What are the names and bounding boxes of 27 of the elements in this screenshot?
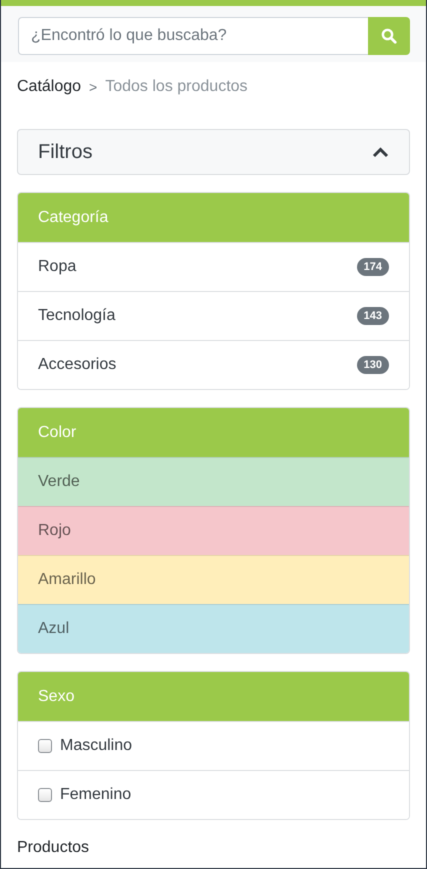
breadcrumb-link[interactable]: Catálogo [17,78,82,96]
count-badge: 143 [356,307,389,325]
search-field[interactable]: ¿Encontró lo que buscaba? [18,17,368,55]
checkbox[interactable] [38,739,52,753]
category-label: Accesorios [38,356,116,374]
checkbox-label[interactable]: Femenino [60,786,132,804]
color-item[interactable]: Amarillo [18,555,409,604]
color-item[interactable]: Verde [18,457,409,506]
breadcrumb-current: Todos los productos [105,78,248,96]
breadcrumb-separator: > [89,79,98,95]
checkbox[interactable] [38,788,52,802]
filter-card-header: Color [18,408,409,457]
category-item[interactable]: Accesorios 130 [18,340,409,389]
category-label: Ropa [38,258,76,276]
search-icon [381,28,397,44]
count-badge: 174 [356,258,389,276]
chevron-icon [372,146,389,158]
section-title: Productos [17,839,90,857]
filters-toggle[interactable]: Filtros [17,129,410,175]
color-item[interactable]: Azul [18,604,409,653]
count-badge: 130 [356,356,389,374]
search-button[interactable] [368,17,410,55]
color-item[interactable]: Rojo [18,506,409,555]
category-label: Tecnología [38,307,116,325]
filter-card-header: Categoría [18,193,409,242]
filter-card-header: Sexo [18,672,409,721]
checkbox-label[interactable]: Masculino [60,737,132,755]
